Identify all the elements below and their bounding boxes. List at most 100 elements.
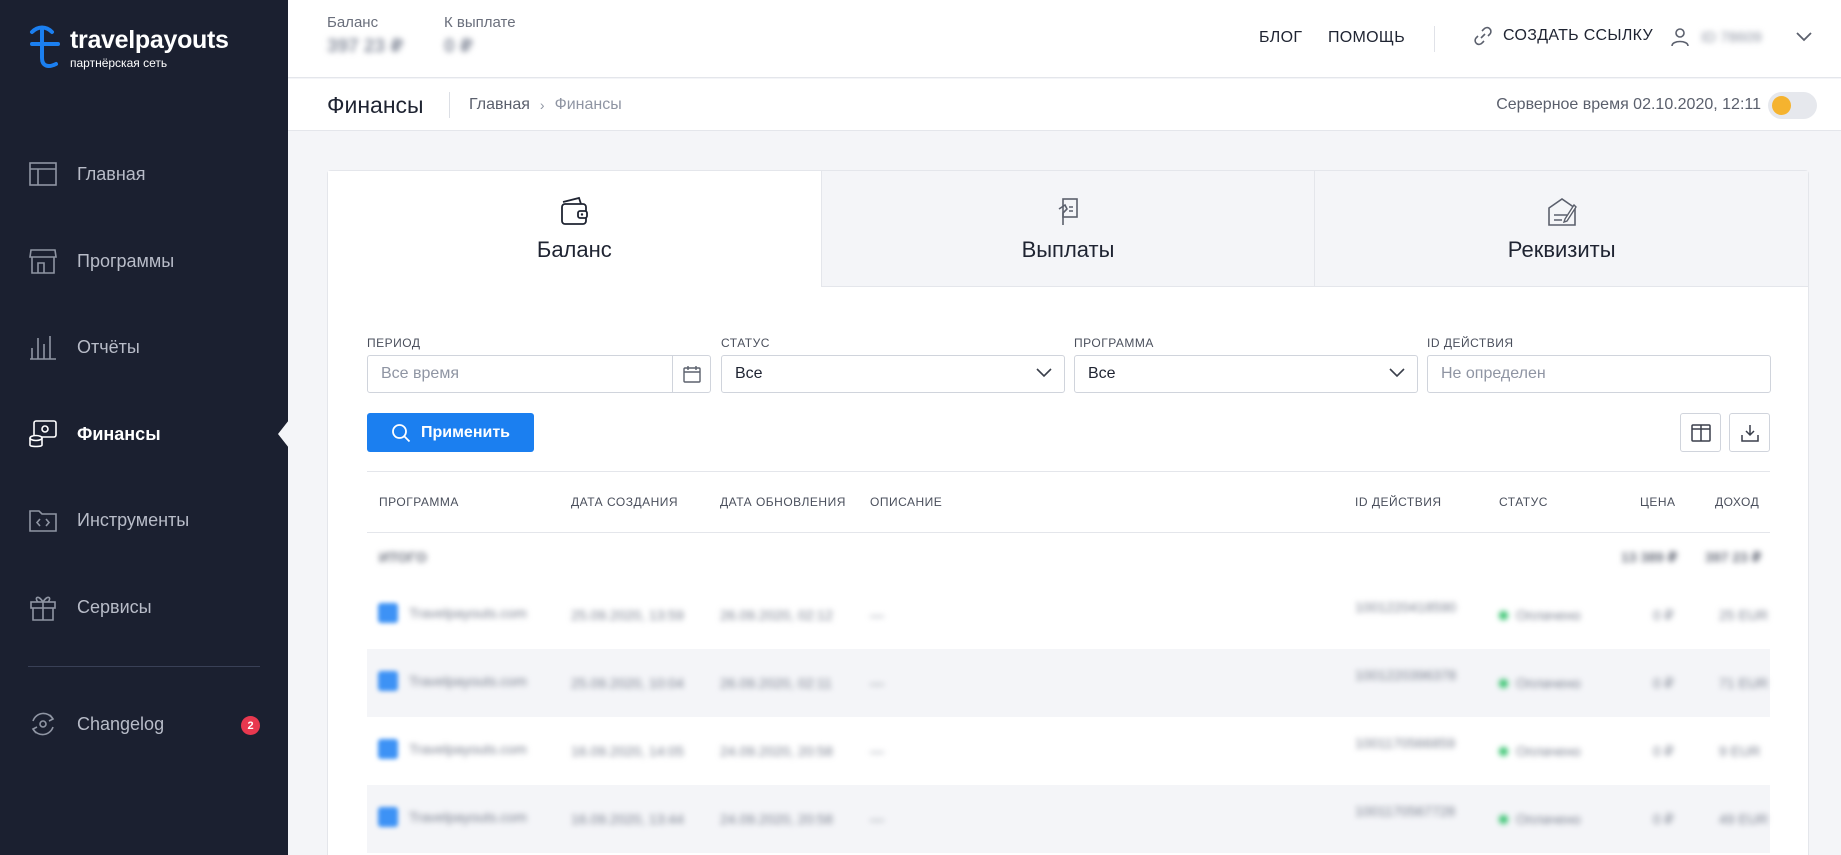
status-dot-icon — [1499, 815, 1508, 824]
row-updated: 24.09.2020, 20:58 — [720, 811, 833, 827]
link-icon — [1474, 26, 1492, 46]
tab-payouts[interactable]: Выплаты — [820, 171, 1315, 287]
row-action-id: 1001170567728 — [1355, 803, 1456, 819]
row-status: Оплачено — [1499, 811, 1581, 827]
row-updated: 24.09.2020, 20:58 — [720, 743, 833, 759]
active-indicator — [278, 420, 289, 448]
blog-link[interactable]: БЛОГ — [1259, 29, 1302, 47]
total-price: 13 389 ₽ — [1621, 549, 1678, 565]
tab-balance[interactable]: Баланс — [328, 171, 821, 287]
row-income: 71 EUR — [1719, 675, 1769, 691]
apply-button[interactable]: Применить — [367, 413, 534, 452]
table-row[interactable]: Travelpayouts.com 25.09.2020, 10:04 26.0… — [367, 649, 1770, 717]
row-description: — — [870, 607, 884, 623]
header-divider — [1434, 26, 1435, 52]
row-description: — — [870, 811, 884, 827]
sidebar-item-changelog[interactable]: Changelog 2 — [28, 704, 260, 744]
sidebar-item-tools[interactable]: Инструменты — [28, 500, 260, 540]
period-input[interactable]: Все время — [367, 355, 711, 393]
table-row[interactable]: Travelpayouts.com 25.09.2020, 13:59 26.0… — [367, 581, 1770, 649]
sidebar-item-finance[interactable]: Финансы — [28, 414, 260, 454]
payout-block: К выплате 0 ₽ — [444, 14, 516, 58]
breadcrumb-current: Финансы — [554, 96, 622, 113]
sidebar-divider — [28, 666, 260, 667]
sidebar-item-home[interactable]: Главная — [28, 154, 260, 194]
col-program[interactable]: ПРОГРАММА — [379, 495, 459, 509]
chevron-right-icon: › — [539, 97, 545, 113]
user-id: ID 78609 — [1701, 28, 1762, 46]
finance-tabs: Баланс Выплаты Реквизиты — [328, 171, 1809, 287]
title-divider — [449, 92, 450, 118]
breadcrumb-home-link[interactable]: Главная — [469, 96, 530, 114]
balance-table: ПРОГРАММА ДАТА СОЗДАНИЯ ДАТА ОБНОВЛЕНИЯ … — [367, 471, 1770, 853]
status-dot-icon — [1499, 679, 1508, 688]
col-updated[interactable]: ДАТА ОБНОВЛЕНИЯ — [720, 495, 846, 509]
row-income: 49 EUR — [1719, 811, 1769, 827]
tab-requisites[interactable]: Реквизиты — [1314, 171, 1809, 287]
sidebar-item-reports[interactable]: Отчёты — [28, 327, 260, 367]
col-description[interactable]: ОПИСАНИЕ — [870, 495, 942, 509]
theme-toggle[interactable] — [1768, 92, 1817, 119]
col-price[interactable]: ЦЕНА — [1640, 495, 1676, 509]
create-link-label: СОЗДАТЬ ССЫЛКУ — [1503, 27, 1653, 44]
row-checkbox[interactable] — [378, 807, 398, 827]
sidebar-item-label: Инструменты — [77, 509, 190, 530]
status-select[interactable]: Все — [721, 355, 1065, 393]
download-icon — [1740, 424, 1759, 442]
brand-name: travelpayouts — [70, 26, 229, 54]
page-title: Финансы — [327, 92, 424, 118]
calendar-button[interactable] — [672, 356, 710, 392]
breadcrumb: Главная › Финансы — [469, 96, 622, 114]
create-link-button[interactable]: СОЗДАТЬ ССЫЛКУ — [1473, 26, 1653, 46]
status-value: Все — [735, 365, 763, 382]
program-value: Все — [1088, 365, 1116, 382]
balance-label: Баланс — [327, 14, 379, 31]
sidebar-item-services[interactable]: Сервисы — [28, 587, 260, 627]
user-menu[interactable]: ID 78609 — [1671, 27, 1812, 47]
payout-hand-icon — [1058, 197, 1078, 225]
signature-doc-icon — [1547, 197, 1577, 226]
brand-logo[interactable]: travelpayouts партнёрская сеть — [28, 24, 229, 72]
row-checkbox[interactable] — [378, 671, 398, 691]
action-id-input[interactable]: Не определен — [1427, 355, 1771, 393]
row-checkbox[interactable] — [378, 739, 398, 759]
balance-value: 397 23 ₽ — [327, 36, 404, 57]
program-select[interactable]: Все — [1074, 355, 1418, 393]
changelog-badge: 2 — [241, 716, 260, 735]
sidebar-item-programs[interactable]: Программы — [28, 241, 260, 281]
row-created: 16.09.2020, 13:44 — [571, 811, 684, 827]
status-text: Оплачено — [1516, 743, 1581, 759]
top-header: Баланс 397 23 ₽ К выплате 0 ₽ БЛОГ ПОМОЩ… — [288, 0, 1841, 78]
help-link[interactable]: ПОМОЩЬ — [1328, 29, 1405, 47]
table-row[interactable]: Travelpayouts.com 16.09.2020, 14:05 24.0… — [367, 717, 1770, 785]
row-created: 25.09.2020, 13:59 — [571, 607, 684, 623]
wallet-icon — [561, 196, 589, 225]
action-id-label: ID ДЕЙСТВИЯ — [1427, 336, 1514, 350]
calendar-icon — [682, 366, 701, 383]
bar-chart-icon — [30, 336, 56, 360]
col-action-id[interactable]: ID ДЕЙСТВИЯ — [1355, 495, 1441, 509]
gift-icon — [30, 596, 56, 621]
row-description: — — [870, 743, 884, 759]
store-icon — [29, 249, 57, 274]
payout-label: К выплате — [444, 14, 516, 31]
columns-button[interactable] — [1680, 413, 1721, 452]
col-status[interactable]: СТАТУС — [1499, 495, 1548, 509]
col-income[interactable]: ДОХОД — [1715, 495, 1759, 509]
sidebar-item-label: Отчёты — [77, 336, 140, 357]
row-action-id: 1001220418590 — [1355, 599, 1457, 615]
table-row[interactable]: Travelpayouts.com 16.09.2020, 13:44 24.0… — [367, 785, 1770, 853]
row-price: 0 ₽ — [1653, 743, 1674, 759]
row-checkbox[interactable] — [378, 603, 398, 623]
chevron-down-icon — [1389, 368, 1405, 378]
col-created[interactable]: ДАТА СОЗДАНИЯ — [571, 495, 678, 509]
user-icon — [1671, 28, 1689, 47]
total-label: ИТОГО — [379, 549, 427, 565]
row-action-id: 1001170566859 — [1355, 735, 1456, 751]
row-price: 0 ₽ — [1653, 675, 1674, 691]
download-button[interactable] — [1729, 413, 1770, 452]
status-dot-icon — [1499, 611, 1508, 620]
row-updated: 26.09.2020, 02:11 — [720, 675, 832, 691]
row-status: Оплачено — [1499, 607, 1581, 623]
total-income: 397 23 ₽ — [1705, 549, 1762, 565]
